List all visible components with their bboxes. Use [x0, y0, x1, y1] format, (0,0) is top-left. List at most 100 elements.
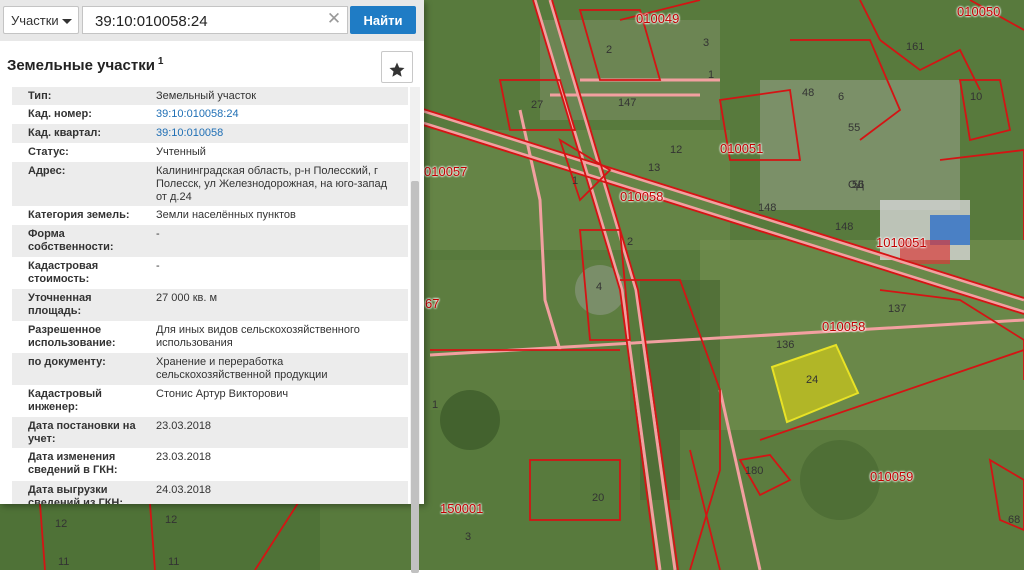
property-row: Тип: Земельный участок [12, 87, 408, 105]
map-label: 010057 [424, 164, 468, 179]
map-label: 147 [618, 97, 637, 109]
property-value: Земли населённых пунктов [156, 209, 296, 221]
property-row: Статус: Учтенный [12, 143, 408, 162]
map-label: 161 [906, 41, 925, 53]
map-label: 180 [745, 465, 764, 477]
panel-title-text: Земельные участки [7, 57, 155, 74]
property-row: Дата постановки на учет: 23.03.2018 [12, 417, 408, 448]
map-label: 12 [165, 514, 178, 526]
map-label: 1 [572, 175, 579, 187]
cadastral-number-link[interactable]: 39:10:010058:24 [156, 108, 388, 121]
property-key: Категория земель: [28, 209, 130, 221]
property-row: Кадастровая стоимость: - [12, 257, 408, 289]
map-label: 1010051 [876, 235, 927, 250]
search-bar: Участки ✕ Найти [0, 0, 424, 41]
property-key: Форма собственности: [28, 228, 114, 253]
map-label: 56 [852, 179, 865, 191]
property-row: Разрешенное использование: Для иных видов… [12, 321, 408, 353]
property-key: Кад. квартал: [28, 127, 102, 139]
property-value: 23.03.2018 [156, 451, 212, 463]
map-label: 6 [838, 91, 845, 103]
property-value: Калининградская область, р-н Полесский, … [156, 165, 388, 203]
scrollbar[interactable] [410, 87, 420, 573]
map-label: 010058 [822, 319, 866, 334]
property-key: Дата изменения сведений в ГКН: [28, 451, 118, 476]
search-type-label: Участки [11, 13, 59, 28]
property-row: по документу: Хранение и переработка сель… [12, 353, 408, 385]
property-key: Адрес: [28, 165, 66, 177]
property-value: 27 000 кв. м [156, 292, 218, 304]
property-row: Кадастровый инженер: Стонис Артур Викторо… [12, 385, 408, 417]
property-value: - [156, 228, 160, 240]
map-label: 3 [465, 531, 472, 543]
map-label: 010059 [870, 469, 914, 484]
map-label: 4 [596, 281, 603, 293]
property-key: Уточненная площадь: [28, 292, 92, 317]
map-label: 136 [776, 339, 795, 351]
property-key: Разрешенное использование: [28, 324, 116, 349]
property-row: Дата выгрузки сведений из ГКН: 24.03.2018 [12, 481, 408, 504]
property-value: Хранение и переработка сельскохозяйствен… [156, 356, 328, 381]
map-label: 3 [703, 37, 710, 49]
property-key: Дата постановки на учет: [28, 420, 136, 445]
favorite-button[interactable] [381, 51, 413, 83]
property-row: Адрес: Калининградская область, р-н Полес… [12, 162, 408, 206]
panel-title: Земельные участки 1 [7, 56, 163, 74]
scrollbar-thumb[interactable] [411, 181, 419, 573]
map-label: 010051 [720, 141, 764, 156]
map-label: 10 [970, 91, 983, 103]
star-icon [389, 62, 405, 77]
search-input[interactable] [82, 6, 348, 34]
selected-parcel-label[interactable]: 24 [806, 375, 818, 386]
map-label: 27 [531, 99, 544, 111]
property-value: Учтенный [156, 146, 206, 158]
chevron-down-icon [62, 19, 72, 24]
map-label: 12 [670, 144, 683, 156]
close-icon[interactable]: ✕ [324, 9, 344, 29]
map-label: 68 [1008, 514, 1021, 526]
map-label: 11 [58, 556, 70, 568]
property-row: Категория земель: Земли населённых пункто… [12, 206, 408, 225]
property-row: Кад. номер: 39:10:010058:24 [12, 105, 408, 124]
properties-table: Тип: Земельный участок Кад. номер: 39:10:0… [12, 87, 408, 504]
property-key: Статус: [28, 146, 69, 158]
map-label: 010049 [636, 11, 680, 26]
property-row: Форма собственности: - [12, 225, 408, 257]
map-label: 2 [627, 236, 634, 248]
map-label: 48 [802, 87, 815, 99]
property-value: Для иных видов сельскохозяйственного исп… [156, 324, 360, 349]
map-label: 137 [888, 303, 907, 315]
map-label: 11 [168, 556, 180, 568]
property-key: Кад. номер: [28, 108, 92, 120]
map-label: 148 [758, 202, 777, 214]
map-label: 2 [606, 44, 613, 56]
property-key: по документу: [28, 356, 106, 368]
map-label: 010050 [957, 4, 1001, 19]
map-label: 20 [592, 492, 605, 504]
map-label: 1 [432, 399, 439, 411]
map-label: 148 [835, 221, 854, 233]
search-type-select[interactable]: Участки [3, 6, 79, 34]
info-panel: Участки ✕ Найти Земельные участки1 Тип: З… [0, 0, 424, 573]
property-row: Уточненная площадь: 27 000 кв. м [12, 289, 408, 321]
property-row: Дата изменения сведений в ГКН: 23.03.2018 [12, 448, 408, 481]
property-row: Кад. квартал: 39:10:010058 [12, 124, 408, 143]
map-label: 12 [55, 518, 68, 530]
property-key: Кадастровый инженер: [28, 388, 102, 413]
result-count: 1 [157, 56, 164, 67]
property-value: Земельный участок [156, 90, 257, 102]
property-value: - [156, 260, 160, 272]
cadastral-quarter-link[interactable]: 39:10:010058 [156, 127, 388, 140]
property-key: Дата выгрузки сведений из ГКН: [28, 484, 124, 504]
map-label: 150001 [440, 501, 484, 516]
map-label: 55 [848, 122, 861, 134]
find-button[interactable]: Найти [350, 6, 416, 34]
property-value: Стонис Артур Викторович [156, 388, 289, 400]
property-key: Тип: [28, 90, 52, 102]
map-label: 13 [648, 162, 661, 174]
map-label: 67 [425, 296, 440, 311]
property-value: 23.03.2018 [156, 420, 212, 432]
panel-header: Земельные участки 1 [0, 41, 424, 87]
map-label: 010058 [620, 189, 664, 204]
map-label: 1 [708, 69, 715, 81]
